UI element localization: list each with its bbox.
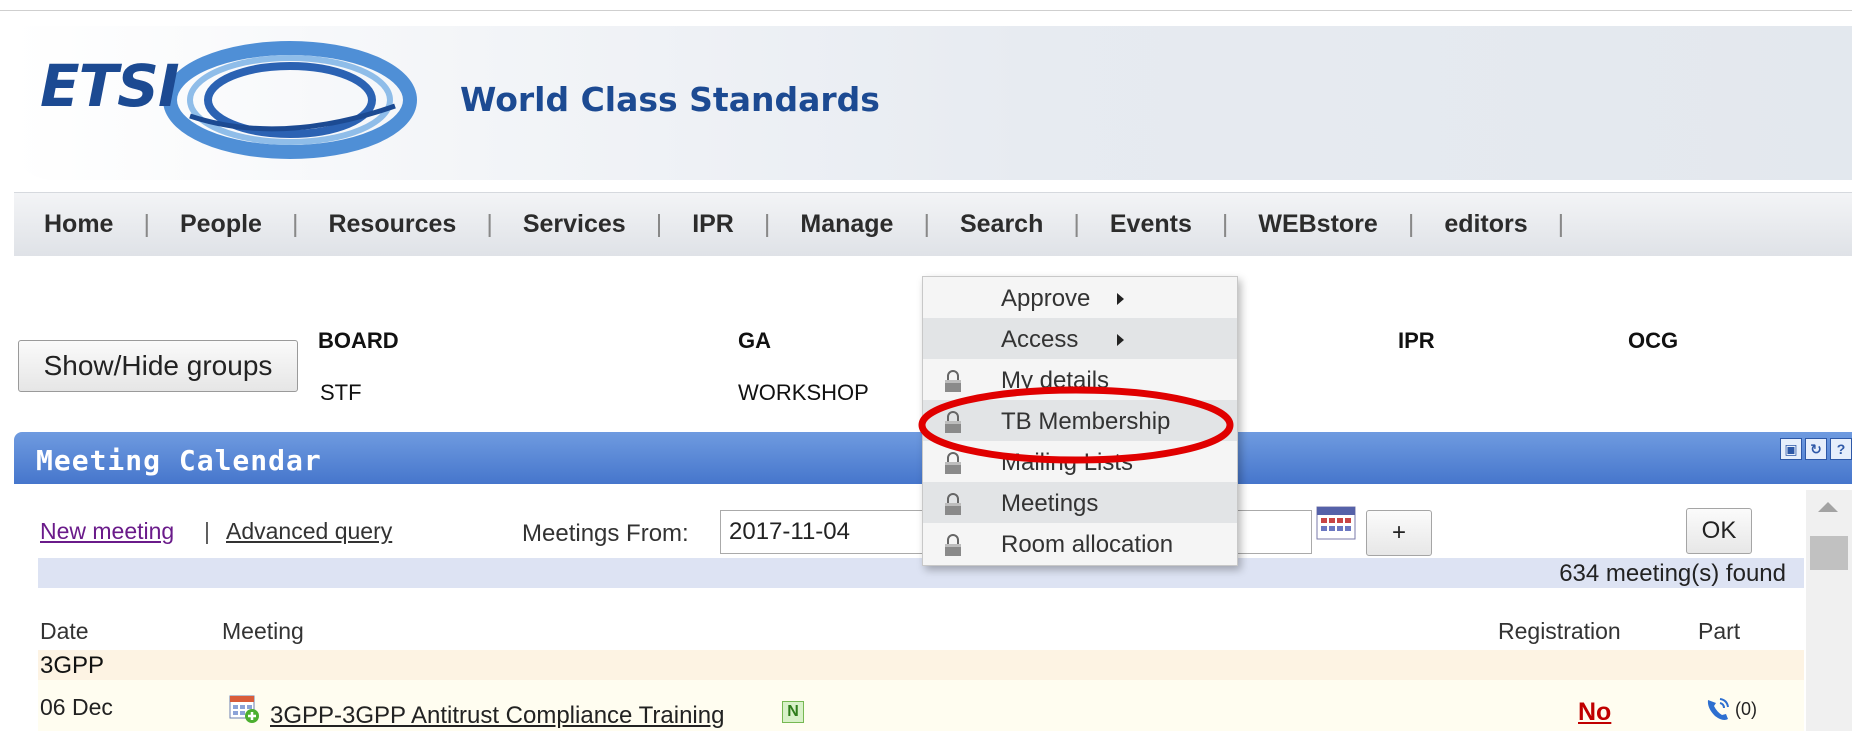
nav-ipr[interactable]: IPR xyxy=(692,210,734,239)
nav-separator: | xyxy=(1557,210,1565,238)
column-meeting: Meeting xyxy=(222,618,304,644)
vertical-scrollbar[interactable] xyxy=(1806,490,1852,731)
table-row: 06 Dec 3GPP-3GPP Antitrust Compliance Tr… xyxy=(38,680,1804,731)
meeting-link[interactable]: 3GPP-3GPP Antitrust Compliance Training xyxy=(270,702,724,730)
nav-events[interactable]: Events xyxy=(1110,210,1192,239)
scroll-up-icon[interactable] xyxy=(1818,502,1838,512)
menu-item-mailing-lists[interactable]: Mailing Lists xyxy=(923,441,1237,482)
scroll-thumb[interactable] xyxy=(1810,536,1848,570)
group-workshop[interactable]: WORKSHOP xyxy=(738,380,869,406)
lock-icon xyxy=(945,452,961,474)
nav-people[interactable]: People xyxy=(180,210,262,239)
menu-item-label: Mailing Lists xyxy=(1001,449,1134,476)
phone-icon[interactable] xyxy=(1703,694,1733,724)
results-bar: 634 meeting(s) found xyxy=(38,558,1804,588)
group-ga[interactable]: GA xyxy=(738,328,771,354)
menu-item-label: Room allocation xyxy=(1001,531,1174,558)
restore-icon[interactable]: ▣ xyxy=(1780,438,1802,460)
help-icon[interactable]: ? xyxy=(1830,438,1852,460)
nav-separator: | xyxy=(923,210,930,238)
manage-dropdown-menu: Approve Access My details TB Membership … xyxy=(922,276,1238,566)
main-nav: Home | People | Resources | Services | I… xyxy=(14,192,1852,256)
menu-item-label: TB Membership xyxy=(1001,408,1171,435)
menu-item-my-details[interactable]: My details xyxy=(923,359,1237,400)
menu-item-approve[interactable]: Approve xyxy=(923,277,1237,318)
group-ocg[interactable]: OCG xyxy=(1628,328,1678,354)
results-count: 634 meeting(s) found xyxy=(1559,560,1786,587)
ok-button[interactable]: OK xyxy=(1686,508,1752,554)
refresh-icon[interactable]: ↻ xyxy=(1805,438,1827,460)
column-registration: Registration xyxy=(1498,618,1621,644)
top-divider xyxy=(0,10,1852,11)
panel-header-icons: ▣ ↻ ? xyxy=(1780,438,1852,460)
nav-separator: | xyxy=(486,210,493,238)
participant-count: (0) xyxy=(1735,698,1757,719)
column-date: Date xyxy=(40,618,89,644)
new-meeting-link[interactable]: New meeting xyxy=(40,518,174,545)
calendar-icon[interactable] xyxy=(1316,506,1356,540)
menu-item-label: Access xyxy=(1001,326,1079,353)
query-separator: | xyxy=(204,518,210,544)
lock-icon xyxy=(945,493,961,515)
menu-item-label: My details xyxy=(1001,367,1110,394)
registration-status[interactable]: No xyxy=(1578,698,1611,727)
column-part: Part xyxy=(1698,618,1741,644)
nav-separator: | xyxy=(1407,210,1415,238)
meetings-from-label: Meetings From: xyxy=(522,520,689,547)
group-board[interactable]: BOARD xyxy=(318,328,399,354)
tagline: World Class Standards xyxy=(460,80,880,119)
nav-separator: | xyxy=(1073,210,1080,238)
nav-separator: | xyxy=(1221,210,1229,238)
lock-icon xyxy=(945,534,961,556)
nav-separator: | xyxy=(143,210,150,238)
menu-item-room-allocation[interactable]: Room allocation xyxy=(923,523,1237,564)
group-name: 3GPP xyxy=(40,652,105,679)
menu-item-label: Meetings xyxy=(1001,490,1099,517)
advanced-query-link[interactable]: Advanced query xyxy=(226,518,392,545)
nav-webstore[interactable]: WEBstore xyxy=(1258,210,1377,239)
add-button[interactable]: + xyxy=(1366,510,1432,556)
nav-services[interactable]: Services xyxy=(523,210,626,239)
menu-item-meetings[interactable]: Meetings xyxy=(923,482,1237,523)
nav-separator: | xyxy=(763,210,771,238)
submenu-arrow-icon xyxy=(1117,293,1124,305)
menu-item-tb-membership[interactable]: TB Membership xyxy=(923,400,1237,441)
row-date: 06 Dec xyxy=(40,694,113,720)
new-badge: N xyxy=(782,701,804,723)
submenu-arrow-icon xyxy=(1117,334,1124,346)
nav-home[interactable]: Home xyxy=(44,210,113,239)
participation-cell[interactable]: (0) xyxy=(1703,694,1757,724)
nav-resources[interactable]: Resources xyxy=(328,210,456,239)
menu-item-access[interactable]: Access xyxy=(923,318,1237,359)
nav-manage[interactable]: Manage xyxy=(800,210,893,239)
show-hide-groups-button[interactable]: Show/Hide groups xyxy=(18,340,298,392)
nav-separator: | xyxy=(291,210,299,238)
group-ipr[interactable]: IPR xyxy=(1398,328,1435,354)
lock-icon xyxy=(945,411,961,433)
nav-separator: | xyxy=(655,210,663,238)
group-row-3gpp: 3GPP xyxy=(38,650,1804,680)
meeting-calendar-icon xyxy=(229,695,259,723)
group-stf[interactable]: STF xyxy=(320,380,362,406)
panel-title: Meeting Calendar xyxy=(36,444,322,477)
lock-icon xyxy=(945,370,961,392)
nav-search[interactable]: Search xyxy=(960,210,1043,239)
nav-editors[interactable]: editors xyxy=(1444,210,1527,239)
logo-text: ETSI xyxy=(40,52,180,120)
meetings-from-input[interactable] xyxy=(720,510,940,554)
menu-item-label: Approve xyxy=(1001,285,1091,312)
